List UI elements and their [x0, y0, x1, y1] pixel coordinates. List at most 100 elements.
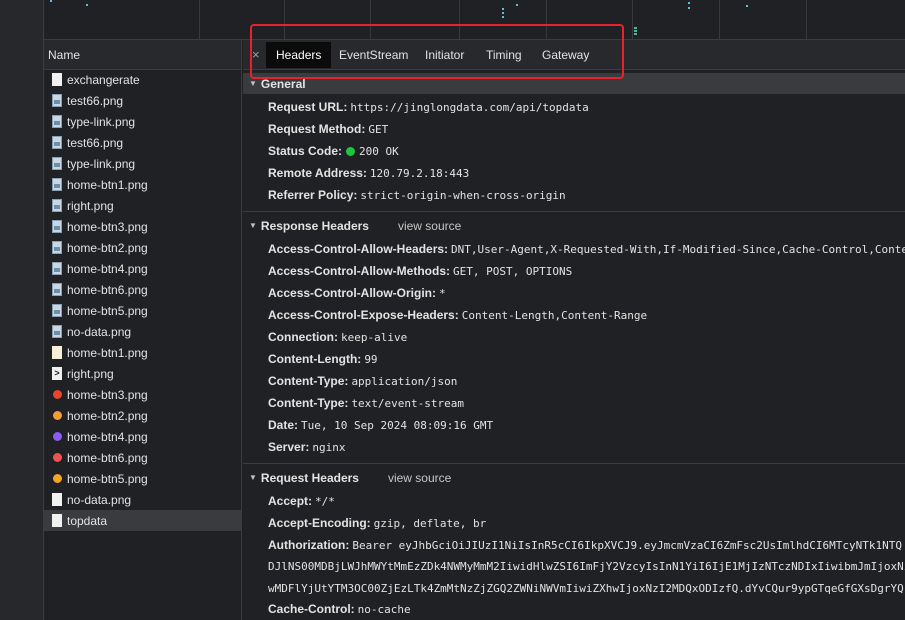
header-row: Content-Length: 99	[268, 352, 378, 366]
list-item[interactable]: no-data.png	[44, 321, 241, 342]
list-item[interactable]: home-btn2.png	[44, 237, 241, 258]
list-item[interactable]: home-btn1.png	[44, 174, 241, 195]
authorization-value-continued[interactable]: DJlNS00MDBjLWJhMWYtMmEzZDk4NWMyMmM2Iiwid…	[268, 560, 905, 573]
header-key: Request Method:	[268, 122, 366, 136]
list-item[interactable]: home-btn4.png	[44, 258, 241, 279]
collapse-triangle-icon: ▼	[249, 221, 257, 230]
list-item[interactable]: home-btn5.png	[44, 468, 241, 489]
list-item[interactable]: no-data.png	[44, 489, 241, 510]
collapse-triangle-icon: ▼	[249, 473, 257, 482]
response-headers-section-header[interactable]: ▼ Response Headers view source	[243, 215, 905, 236]
timeline-gridline	[806, 0, 807, 40]
header-value[interactable]: strict-origin-when-cross-origin	[360, 189, 565, 202]
header-value[interactable]: keep-alive	[341, 331, 407, 344]
header-value[interactable]: 99	[364, 353, 377, 366]
header-value[interactable]: DNT,User-Agent,X-Requested-With,If-Modif…	[451, 243, 905, 256]
header-key: Date:	[268, 418, 299, 432]
orange-dot-icon	[52, 409, 62, 422]
header-row: Content-Type: text/event-stream	[268, 396, 464, 410]
file-name: home-btn4.png	[67, 261, 148, 276]
timeline-request-mark	[688, 7, 690, 9]
header-key: Access-Control-Allow-Origin:	[268, 286, 437, 300]
header-value[interactable]: text/event-stream	[351, 397, 464, 410]
list-item[interactable]: home-btn4.png	[44, 426, 241, 447]
image-icon	[52, 136, 62, 149]
collapse-triangle-icon: ▼	[249, 79, 257, 88]
header-row: Access-Control-Allow-Methods: GET, POST, …	[268, 264, 572, 278]
list-item[interactable]: type-link.png	[44, 153, 241, 174]
timeline-gridline	[719, 0, 720, 40]
list-item[interactable]: topdata	[44, 510, 241, 531]
header-key: Remote Address:	[268, 166, 367, 180]
list-item[interactable]: test66.png	[44, 90, 241, 111]
timeline-request-mark	[688, 2, 690, 4]
view-source-link[interactable]: view source	[398, 219, 461, 233]
file-name: no-data.png	[67, 492, 132, 507]
list-item[interactable]: home-btn6.png	[44, 447, 241, 468]
header-row: Connection: keep-alive	[268, 330, 407, 344]
list-item[interactable]: home-btn5.png	[44, 300, 241, 321]
list-item[interactable]: home-btn6.png	[44, 279, 241, 300]
header-key: Content-Type:	[268, 396, 349, 410]
document-icon	[52, 493, 62, 506]
arrow-image-icon: >	[52, 367, 62, 380]
name-column-header[interactable]: Name	[44, 40, 241, 70]
timeline-request-mark	[746, 5, 748, 7]
file-name: test66.png	[67, 135, 124, 150]
file-name: no-data.png	[67, 324, 132, 339]
file-name: topdata	[67, 513, 108, 528]
list-item[interactable]: type-link.png	[44, 111, 241, 132]
timeline-request-mark	[502, 8, 504, 10]
view-source-link[interactable]: view source	[388, 471, 451, 485]
cream-image-icon	[52, 346, 62, 359]
file-name: home-btn1.png	[67, 345, 148, 360]
list-item[interactable]: > right.png	[44, 363, 241, 384]
document-icon	[52, 73, 62, 86]
file-name: exchangerate	[67, 72, 140, 87]
image-icon	[52, 178, 62, 191]
list-item[interactable]: home-btn1.png	[44, 342, 241, 363]
header-value[interactable]: gzip, deflate, br	[374, 517, 487, 530]
image-icon	[52, 199, 62, 212]
header-value[interactable]: application/json	[351, 375, 457, 388]
list-item[interactable]: home-btn3.png	[44, 216, 241, 237]
list-item[interactable]: home-btn3.png	[44, 384, 241, 405]
header-value[interactable]: Content-Length,Content-Range	[462, 309, 647, 322]
header-key: Referrer Policy:	[268, 188, 358, 202]
header-row: Request Method: GET	[268, 122, 388, 136]
left-sidebar-strip	[0, 0, 44, 620]
red-dot-icon	[52, 388, 62, 401]
header-value[interactable]: GET, POST, OPTIONS	[453, 265, 572, 278]
file-name: test66.png	[67, 93, 124, 108]
authorization-value-continued[interactable]: wMDFlYjUtYTM3OC00ZjEzLTk4ZmMtNzZjZGQ2ZWN…	[268, 582, 904, 595]
header-row: Accept: */*	[268, 494, 335, 508]
file-name: home-btn5.png	[67, 471, 148, 486]
list-item[interactable]: test66.png	[44, 132, 241, 153]
header-key: Request URL:	[268, 100, 348, 114]
header-key: Content-Type:	[268, 374, 349, 388]
header-value[interactable]: 120.79.2.18:443	[370, 167, 469, 180]
header-value[interactable]: Tue, 10 Sep 2024 08:09:16 GMT	[301, 419, 493, 432]
header-value[interactable]: https://jinglongdata.com/api/topdata	[350, 101, 588, 114]
list-item[interactable]: home-btn2.png	[44, 405, 241, 426]
header-row: Date: Tue, 10 Sep 2024 08:09:16 GMT	[268, 418, 493, 432]
file-name: home-btn1.png	[67, 177, 148, 192]
dot-swatch	[52, 453, 62, 462]
header-value[interactable]: Bearer eyJhbGciOiJIUzI1NiIsInR5cCI6IkpXV…	[352, 539, 902, 552]
section-divider	[243, 463, 905, 464]
file-name: home-btn2.png	[67, 240, 148, 255]
header-key: Access-Control-Allow-Headers:	[268, 242, 449, 256]
header-value[interactable]: */*	[315, 495, 335, 508]
header-value[interactable]: no-cache	[358, 603, 411, 616]
request-headers-section-header[interactable]: ▼ Request Headers view source	[243, 467, 905, 488]
timeline-gridline	[632, 0, 633, 40]
timeline-request-bar	[634, 27, 637, 29]
header-value[interactable]: *	[439, 287, 446, 300]
header-value[interactable]: nginx	[312, 441, 345, 454]
request-details-panel: × Headers EventStream Initiator Timing G…	[243, 40, 905, 620]
header-value[interactable]: 200 OK	[359, 145, 399, 158]
list-item[interactable]: right.png	[44, 195, 241, 216]
header-value[interactable]: GET	[368, 123, 388, 136]
header-row: Content-Type: application/json	[268, 374, 457, 388]
list-item[interactable]: exchangerate	[44, 69, 241, 90]
